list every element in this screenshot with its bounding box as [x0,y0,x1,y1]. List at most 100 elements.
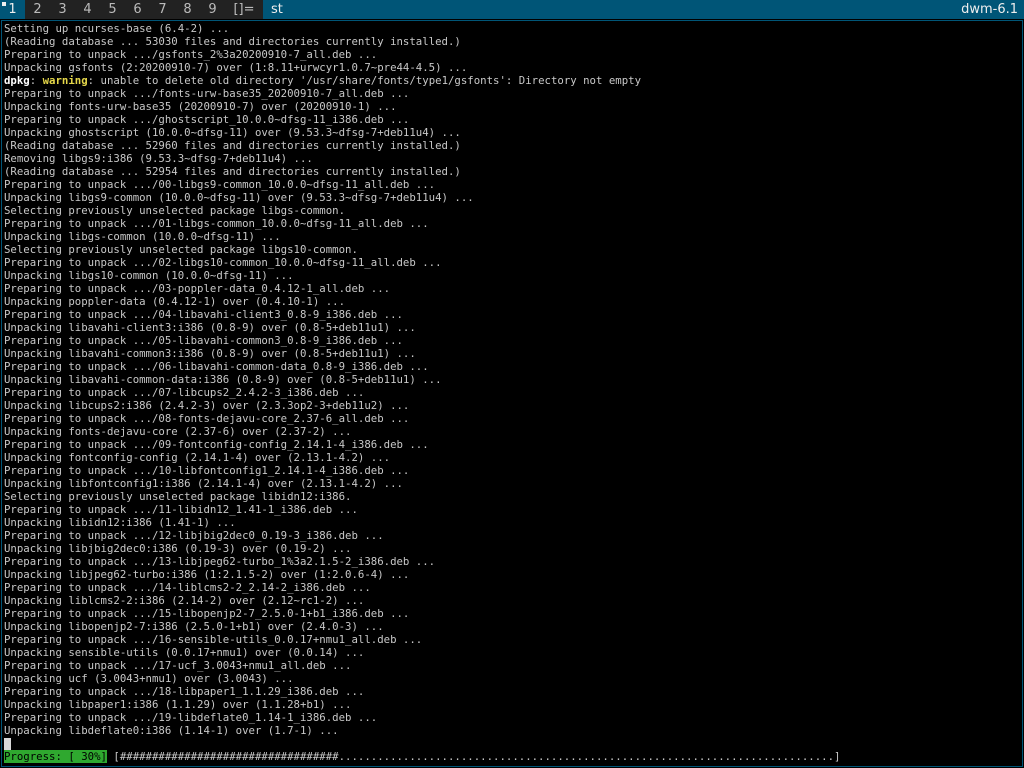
line-text: : unable to delete old directory '/usr/s… [87,74,642,87]
line-text: Preparing to unpack .../gsfonts_2%3a2020… [4,48,378,61]
line-text: Preparing to unpack .../ghostscript_10.0… [4,113,410,126]
terminal-line: Selecting previously unselected package … [4,204,1020,217]
tag-label: 9 [208,2,217,17]
terminal-line: Preparing to unpack .../00-libgs9-common… [4,178,1020,191]
line-text: Preparing to unpack .../02-libgs10-commo… [4,256,442,269]
line-text: Unpacking libgs-common (10.0.0~dfsg-11) … [4,230,281,243]
line-text: Unpacking liblcms2-2:i386 (2.14-2) over … [4,594,365,607]
tag-label: 3 [58,2,67,17]
line-text: Unpacking fonts-urw-base35 (20200910-7) … [4,100,397,113]
line-text: Unpacking ucf (3.0043+nmu1) over (3.0043… [4,672,294,685]
line-text: (Reading database ... 52960 files and di… [4,139,461,152]
line-text: Preparing to unpack .../09-fontconfig-co… [4,438,429,451]
tag-2[interactable]: 2 [25,0,50,19]
terminal-line: Preparing to unpack .../04-libavahi-clie… [4,308,1020,321]
line-text: Preparing to unpack .../00-libgs9-common… [4,178,436,191]
tag-label: 5 [108,2,117,17]
terminal-line: Unpacking libopenjp2-7:i386 (2.5.0-1+b1)… [4,620,1020,633]
tag-label: 2 [33,2,42,17]
terminal-line: Unpacking libpaper1:i386 (1.1.29) over (… [4,698,1020,711]
terminal-line: Selecting previously unselected package … [4,490,1020,503]
tag-label: 6 [133,2,142,17]
terminal-line: Preparing to unpack .../17-ucf_3.0043+nm… [4,659,1020,672]
tag-label: 4 [83,2,92,17]
terminal-line: Preparing to unpack .../09-fontconfig-co… [4,438,1020,451]
terminal-line: Preparing to unpack .../07-libcups2_2.4.… [4,386,1020,399]
line-text: Preparing to unpack .../13-libjpeg62-tur… [4,555,436,568]
terminal-window[interactable]: Setting up ncurses-base (6.4-2) ... (Read… [1,20,1023,767]
terminal-line: Unpacking libgs10-common (10.0.0~dfsg-11… [4,269,1020,282]
terminal-line: Preparing to unpack .../16-sensible-util… [4,633,1020,646]
terminal-line: Unpacking libgs9-common (10.0.0~dfsg-11)… [4,191,1020,204]
status-text: dwm-6.1 [952,0,1024,19]
tag-label: 1 [8,2,17,17]
line-text: Unpacking ghostscript (10.0.0~dfsg-11) o… [4,126,461,139]
tag-6[interactable]: 6 [125,0,150,19]
line-text: Unpacking libidn12:i386 (1.41-1) ... [4,516,236,529]
window-title: st [263,0,952,19]
line-text: Setting up ncurses-base (6.4-2) ... [4,22,230,35]
terminal-line: Removing libgs9:i386 (9.53.3~dfsg-7+deb1… [4,152,1020,165]
terminal-line: Unpacking sensible-utils (0.0.17+nmu1) o… [4,646,1020,659]
line-text: Preparing to unpack .../18-libpaper1_1.1… [4,685,365,698]
tag-4[interactable]: 4 [75,0,100,19]
dwm-status-bar: 1 2 3 4 5 6 7 8 9 []= st dwm-6.1 [0,0,1024,19]
terminal-line: Preparing to unpack .../11-libidn12_1.41… [4,503,1020,516]
line-text: Unpacking libpaper1:i386 (1.1.29) over (… [4,698,352,711]
terminal-line: Unpacking poppler-data (0.4.12-1) over (… [4,295,1020,308]
line-text: Unpacking libcups2:i386 (2.4.2-3) over (… [4,399,410,412]
line-text: Unpacking libavahi-common3:i386 (0.8-9) … [4,347,416,360]
line-text: Preparing to unpack .../fonts-urw-base35… [4,87,410,100]
line-text: Unpacking libgs10-common (10.0.0~dfsg-11… [4,269,294,282]
tag-5[interactable]: 5 [100,0,125,19]
tag-9[interactable]: 9 [200,0,225,19]
terminal-line: Preparing to unpack .../fonts-urw-base35… [4,87,1020,100]
line-text: Preparing to unpack .../01-libgs-common_… [4,217,429,230]
tag-1[interactable]: 1 [0,0,25,19]
terminal-line: Preparing to unpack .../13-libjpeg62-tur… [4,555,1020,568]
line-text: Preparing to unpack .../14-liblcms2-2_2.… [4,581,371,594]
terminal-line: (Reading database ... 52960 files and di… [4,139,1020,152]
terminal-line: Unpacking libgs-common (10.0.0~dfsg-11) … [4,230,1020,243]
line-text: Unpacking fonts-dejavu-core (2.37-6) ove… [4,425,352,438]
tag-label: 7 [158,2,167,17]
terminal-output: Setting up ncurses-base (6.4-2) ... (Read… [4,22,1020,737]
terminal-line: Preparing to unpack .../18-libpaper1_1.1… [4,685,1020,698]
terminal-line: Unpacking gsfonts (2:20200910-7) over (1… [4,61,1020,74]
terminal-line: Preparing to unpack .../10-libfontconfig… [4,464,1020,477]
line-text: Preparing to unpack .../15-libopenjp2-7_… [4,607,410,620]
terminal-line: Setting up ncurses-base (6.4-2) ... [4,22,1020,35]
line-text: (Reading database ... 53030 files and di… [4,35,461,48]
line-text: Unpacking libjpeg62-turbo:i386 (1:2.1.5-… [4,568,410,581]
tag-7[interactable]: 7 [150,0,175,19]
terminal-line: Preparing to unpack .../gsfonts_2%3a2020… [4,48,1020,61]
terminal-line: Preparing to unpack .../15-libopenjp2-7_… [4,607,1020,620]
terminal-line: Preparing to unpack .../08-fonts-dejavu-… [4,412,1020,425]
terminal-line: Unpacking libcups2:i386 (2.4.2-3) over (… [4,399,1020,412]
line-text: Unpacking libavahi-client3:i386 (0.8-9) … [4,321,416,334]
terminal-line: Unpacking libavahi-common3:i386 (0.8-9) … [4,347,1020,360]
line-text: Unpacking gsfonts (2:20200910-7) over (1… [4,61,468,74]
terminal-line: Preparing to unpack .../03-poppler-data_… [4,282,1020,295]
terminal-line: Unpacking fonts-dejavu-core (2.37-6) ove… [4,425,1020,438]
line-text: Unpacking sensible-utils (0.0.17+nmu1) o… [4,646,365,659]
line-text: Selecting previously unselected package … [4,490,352,503]
line-text: Selecting previously unselected package … [4,243,358,256]
line-text: Preparing to unpack .../04-libavahi-clie… [4,308,403,321]
line-text: Preparing to unpack .../16-sensible-util… [4,633,423,646]
terminal-line: Unpacking liblcms2-2:i386 (2.14-2) over … [4,594,1020,607]
terminal-line: Preparing to unpack .../19-libdeflate0_1… [4,711,1020,724]
line-prefix: dpkg [4,74,30,87]
terminal-line: (Reading database ... 53030 files and di… [4,35,1020,48]
terminal-line: Preparing to unpack .../ghostscript_10.0… [4,113,1020,126]
tag-8[interactable]: 8 [175,0,200,19]
terminal-line: Unpacking libfontconfig1:i386 (2.14.1-4)… [4,477,1020,490]
tag-3[interactable]: 3 [50,0,75,19]
line-text: Preparing to unpack .../11-libidn12_1.41… [4,503,358,516]
terminal-line: Unpacking fontconfig-config (2.14.1-4) o… [4,451,1020,464]
line-text: Unpacking libavahi-common-data:i386 (0.8… [4,373,442,386]
progress-row: Progress: [ 30%] [######################… [4,750,1020,763]
line-text: Preparing to unpack .../10-libfontconfig… [4,464,410,477]
line-text: Preparing to unpack .../17-ucf_3.0043+nm… [4,659,352,672]
layout-symbol[interactable]: []= [225,0,263,19]
